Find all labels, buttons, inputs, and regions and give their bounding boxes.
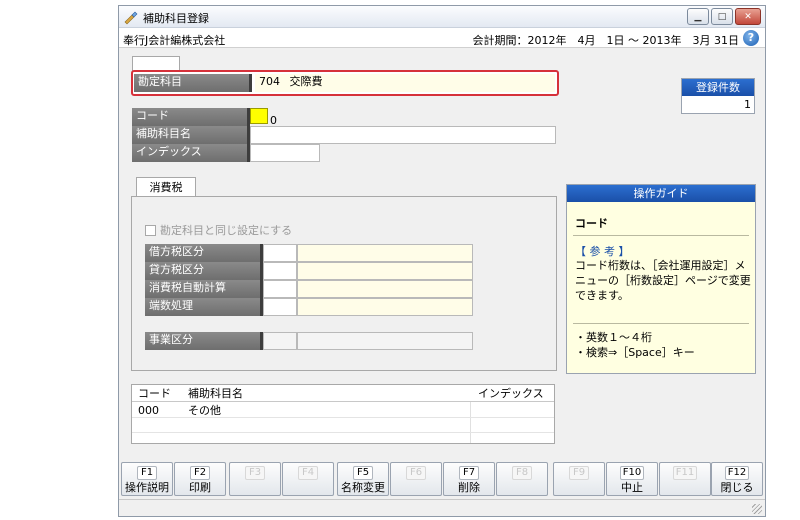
list-header-code: コード — [138, 387, 171, 400]
f10-cancel-button[interactable]: F10 中止 — [606, 462, 658, 496]
account-value[interactable]: 704 交際費 — [255, 74, 555, 92]
f1-help-button[interactable]: F1 操作説明 — [121, 462, 173, 496]
guide-title: コード — [575, 217, 608, 230]
same-setting-checkbox-row[interactable]: 勘定科目と同じ設定にする — [145, 222, 292, 238]
app-icon — [124, 11, 138, 25]
row-code: 000 — [138, 404, 159, 417]
guide-tip: ・検索⇒［Space］キー — [575, 346, 695, 359]
f7-delete-button[interactable]: F7 削除 — [443, 462, 495, 496]
guide-divider — [573, 235, 749, 236]
table-row[interactable]: 000 その他 — [132, 403, 554, 418]
operation-guide-panel: 操作ガイド コード 【 参 考 】 コード桁数は、［会社運用設定］メニューの［桁… — [566, 184, 756, 374]
list-header-name: 補助科目名 — [188, 387, 243, 400]
rounding-value — [297, 298, 473, 316]
f3-button[interactable]: F3 — [229, 462, 281, 496]
guide-body-text: コード桁数は、［会社運用設定］メニューの［桁数設定］ページで変更できます。 — [575, 259, 751, 302]
company-header: 奉行J会計編株式会社 会計期間：2012年 4月 1日 ～ 2013年 3月 3… — [119, 28, 765, 48]
business-category-label: 事業区分 — [145, 332, 263, 350]
resize-grip-icon[interactable] — [752, 504, 762, 514]
account-label: 勘定科目 — [134, 74, 252, 92]
credit-tax-code[interactable] — [263, 262, 297, 280]
close-window-button[interactable]: ✕ — [735, 8, 761, 25]
f4-button[interactable]: F4 — [282, 462, 334, 496]
debit-tax-code[interactable] — [263, 244, 297, 262]
f11-button[interactable]: F11 — [659, 462, 711, 496]
account-name: 交際費 — [289, 75, 323, 88]
auto-calc-code[interactable] — [263, 280, 297, 298]
f12-close-button[interactable]: F12 閉じる — [711, 462, 763, 496]
business-category-value — [297, 332, 473, 350]
same-setting-checkbox[interactable] — [145, 224, 156, 236]
subaccount-list[interactable]: コード 補助科目名 インデックス 000 その他 — [131, 384, 555, 444]
tab-consumption-tax[interactable]: 消費税 — [136, 177, 196, 197]
guide-reference-heading: 【 参 考 】 — [575, 245, 630, 258]
index-label: インデックス — [132, 144, 250, 162]
f9-button[interactable]: F9 — [553, 462, 605, 496]
account-code: 704 — [259, 75, 280, 88]
table-row-empty[interactable] — [132, 418, 554, 433]
maximize-button[interactable]: □ — [711, 8, 733, 25]
f2-print-button[interactable]: F2 印刷 — [174, 462, 226, 496]
guide-tip: ・英数１～４桁 — [575, 331, 652, 344]
company-name: 奉行J会計編株式会社 — [123, 34, 226, 47]
registration-count-box: 登録件数 1 — [681, 78, 755, 114]
f6-button[interactable]: F6 — [390, 462, 442, 496]
f8-button[interactable]: F8 — [496, 462, 548, 496]
debit-tax-label: 借方税区分 — [145, 244, 263, 262]
subaccount-name-label: 補助科目名 — [132, 126, 250, 144]
credit-tax-label: 貸方税区分 — [145, 262, 263, 280]
code-label: コード — [132, 108, 250, 126]
code-input[interactable]: 0 — [250, 108, 282, 127]
operation-guide-header: 操作ガイド — [567, 185, 755, 202]
list-header: コード 補助科目名 インデックス — [132, 385, 554, 402]
auto-calc-label: 消費税自動計算 — [145, 280, 263, 298]
credit-tax-value — [297, 262, 473, 280]
function-key-bar: F1 操作説明 F2 印刷 F3 F4 F5 名称変更 F6 F7 削除 F8 F9 F… — [121, 462, 763, 496]
account-selector[interactable]: 勘定科目 704 交際費 — [131, 70, 559, 96]
help-icon[interactable]: ? — [743, 30, 759, 46]
registration-count-label: 登録件数 — [682, 79, 754, 96]
rounding-label: 端数処理 — [145, 298, 263, 316]
guide-divider — [573, 323, 749, 324]
f5-rename-button[interactable]: F5 名称変更 — [337, 462, 389, 496]
accounting-period: 会計期間：2012年 4月 1日 ～ 2013年 3月 31日 — [472, 34, 739, 47]
window-title: 補助科目登録 — [143, 12, 209, 25]
same-setting-label: 勘定科目と同じ設定にする — [160, 224, 293, 237]
subaccount-name-input[interactable] — [250, 126, 556, 144]
business-category-code[interactable] — [263, 332, 297, 350]
index-input[interactable] — [250, 144, 320, 162]
status-bar — [119, 499, 765, 516]
row-name: その他 — [188, 404, 221, 417]
auto-calc-value — [297, 280, 473, 298]
debit-tax-value — [297, 244, 473, 262]
rounding-code[interactable] — [263, 298, 297, 316]
list-header-index: インデックス — [478, 387, 544, 400]
minimize-button[interactable]: ▁ — [687, 8, 709, 25]
title-bar: 補助科目登録 ▁ □ ✕ — [119, 6, 765, 28]
registration-count-value: 1 — [744, 98, 751, 111]
app-window: 補助科目登録 ▁ □ ✕ 奉行J会計編株式会社 会計期間：2012年 4月 1日… — [118, 5, 766, 517]
